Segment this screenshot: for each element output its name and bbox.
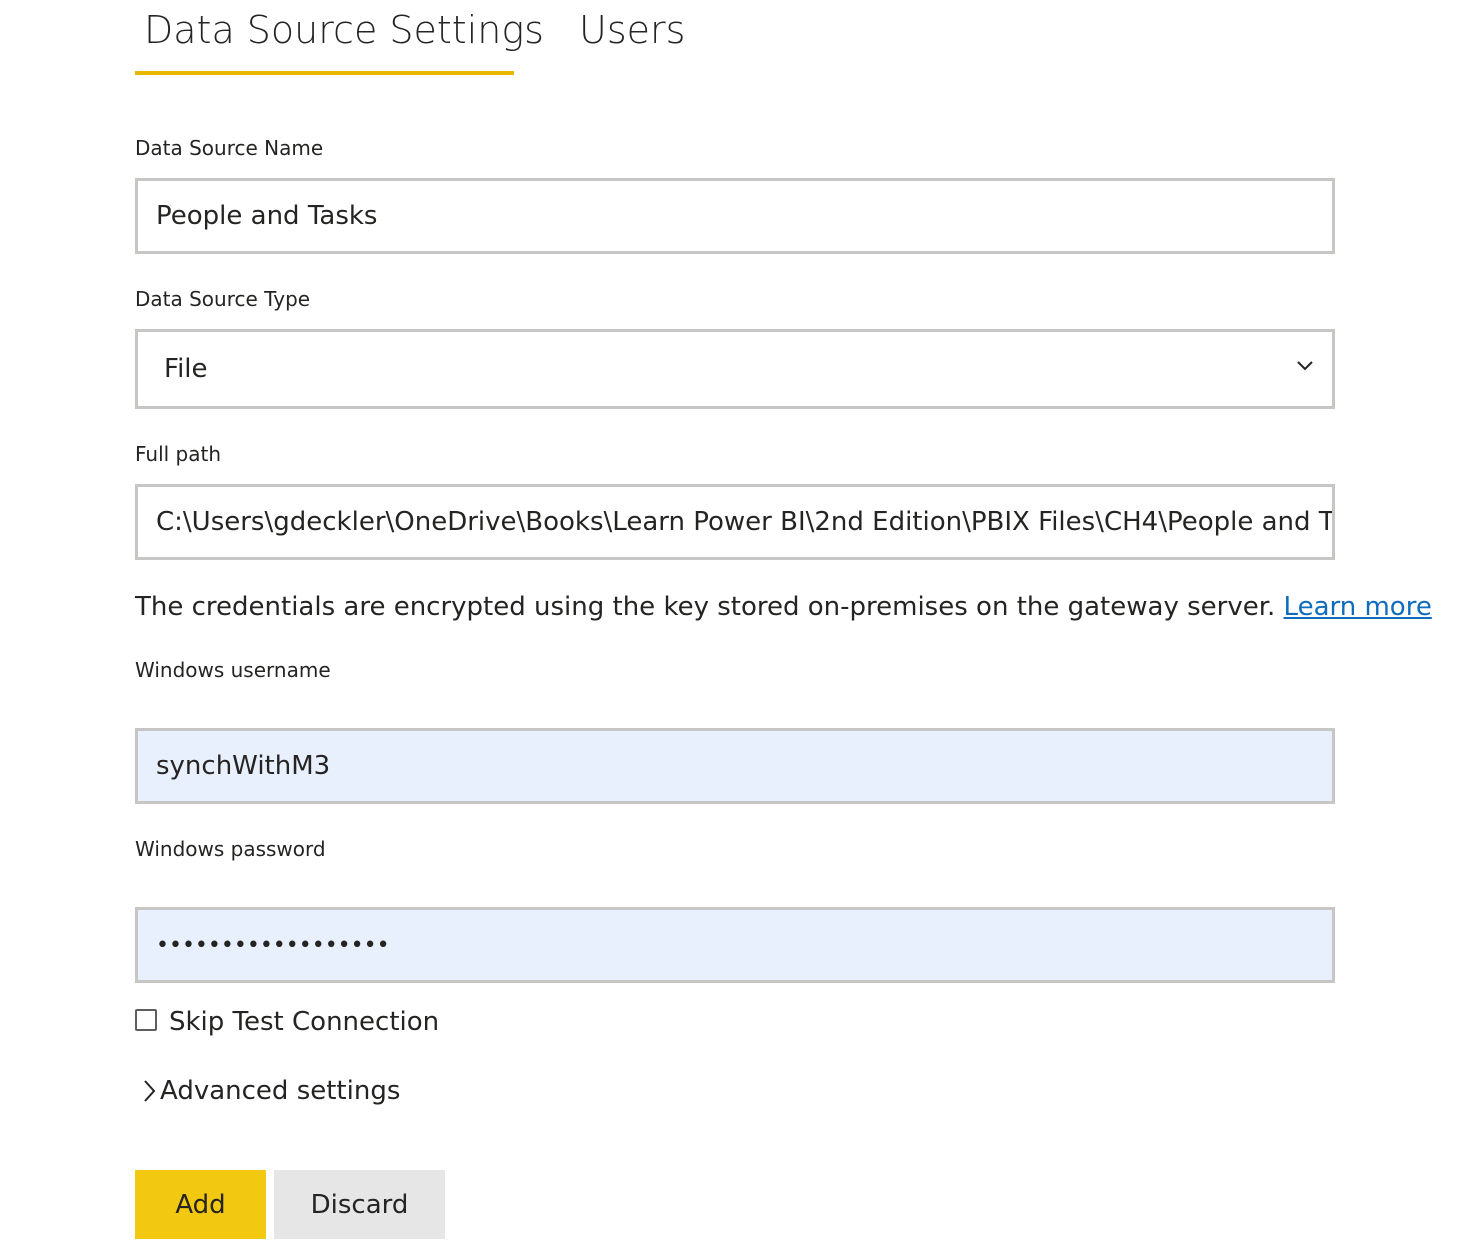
add-button[interactable]: Add <box>135 1170 266 1239</box>
active-tab-indicator <box>135 71 514 75</box>
data-source-settings-page: Data Source Settings Users Data Source N… <box>0 0 1473 1260</box>
advanced-settings-label: Advanced settings <box>160 1076 401 1106</box>
chevron-right-icon <box>144 1080 156 1102</box>
tab-users[interactable]: Users <box>579 8 685 52</box>
full-path-label: Full path <box>135 442 222 466</box>
windows-password-label: Windows password <box>135 837 326 861</box>
skip-test-connection-checkbox[interactable] <box>135 1009 157 1031</box>
windows-username-label: Windows username <box>135 658 331 682</box>
data-source-name-value: People and Tasks <box>156 201 378 231</box>
learn-more-link[interactable]: Learn more <box>1284 592 1432 622</box>
tab-data-source-settings[interactable]: Data Source Settings <box>144 8 544 52</box>
data-source-type-label: Data Source Type <box>135 287 311 311</box>
data-source-type-select[interactable]: File <box>135 329 1335 409</box>
full-path-value: C:\Users\gdeckler\OneDrive\Books\Learn P… <box>156 507 1335 537</box>
credentials-info-text: The credentials are encrypted using the … <box>135 592 1432 622</box>
windows-password-value: •••••••••••••••••• <box>156 932 390 958</box>
windows-username-input[interactable]: synchWithM3 <box>135 728 1335 804</box>
full-path-input[interactable]: C:\Users\gdeckler\OneDrive\Books\Learn P… <box>135 484 1335 560</box>
skip-test-connection-label: Skip Test Connection <box>169 1007 440 1037</box>
data-source-type-value: File <box>164 354 208 384</box>
skip-test-connection-row[interactable]: Skip Test Connection <box>135 1007 439 1037</box>
windows-password-input[interactable]: •••••••••••••••••• <box>135 907 1335 983</box>
discard-button[interactable]: Discard <box>274 1170 445 1239</box>
credentials-info-message: The credentials are encrypted using the … <box>135 592 1284 622</box>
chevron-down-icon <box>1297 361 1313 371</box>
data-source-name-label: Data Source Name <box>135 136 324 160</box>
windows-username-value: synchWithM3 <box>156 751 331 781</box>
data-source-name-input[interactable]: People and Tasks <box>135 178 1335 254</box>
advanced-settings-toggle[interactable]: Advanced settings <box>140 1076 400 1106</box>
